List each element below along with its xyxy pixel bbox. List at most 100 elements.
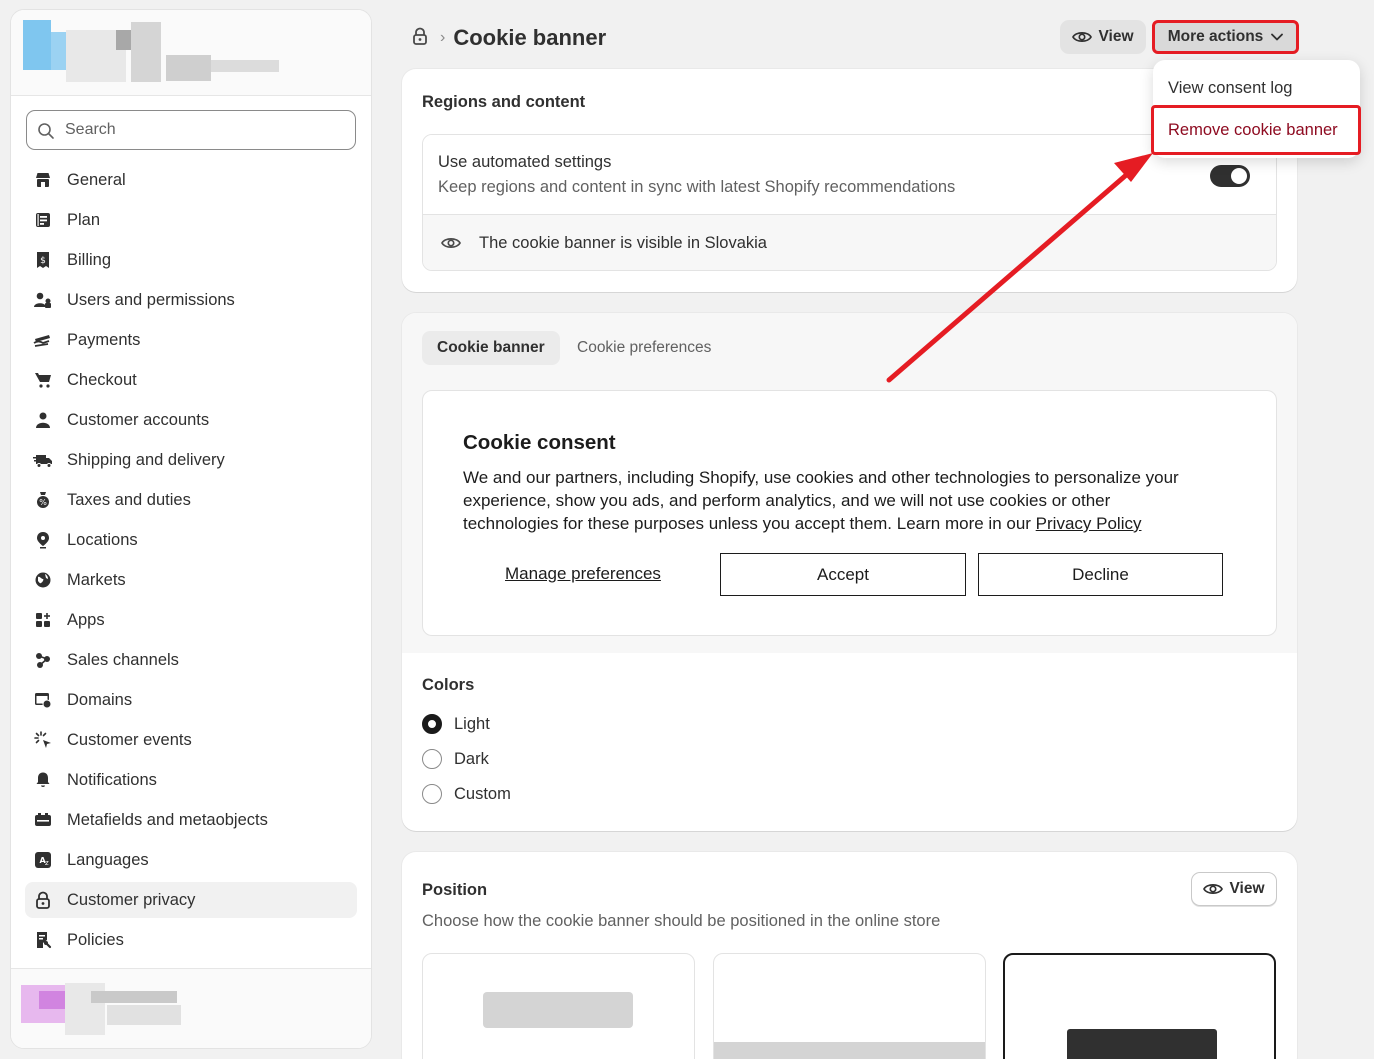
sidebar-item-customer-accounts[interactable]: Customer accounts <box>25 402 357 438</box>
sidebar-item-checkout[interactable]: Checkout <box>25 362 357 398</box>
lock-icon[interactable] <box>410 26 430 51</box>
radio-label: Light <box>454 714 490 733</box>
languages-icon: Az <box>33 850 53 870</box>
automated-settings-toggle[interactable] <box>1210 165 1250 187</box>
sidebar-item-label: Apps <box>67 610 105 629</box>
person-icon <box>33 410 53 430</box>
sidebar-item-label: Shipping and delivery <box>67 450 225 469</box>
svg-text:%: % <box>39 498 47 507</box>
location-icon <box>33 530 53 550</box>
more-actions-label: More actions <box>1167 28 1264 45</box>
sidebar-item-label: Users and permissions <box>67 290 235 309</box>
manage-preferences-link[interactable]: Manage preferences <box>505 564 661 584</box>
sidebar-item-payments[interactable]: Payments <box>25 322 357 358</box>
privacy-policy-link[interactable]: Privacy Policy <box>1036 514 1142 533</box>
page-header: › Cookie banner <box>410 20 606 56</box>
sidebar-item-label: Customer accounts <box>67 410 210 429</box>
sidebar-item-label: Sales channels <box>67 650 179 669</box>
sidebar-item-locations[interactable]: Locations <box>25 522 357 558</box>
payments-icon <box>33 330 53 350</box>
radio[interactable] <box>422 784 442 804</box>
sidebar-item-label: Metafields and metaobjects <box>67 810 268 829</box>
bell-icon <box>33 770 53 790</box>
menu-item-view-consent-log[interactable]: View consent log <box>1168 79 1292 98</box>
plan-icon <box>33 210 53 230</box>
tab-cookie-preferences[interactable]: Cookie preferences <box>562 331 726 365</box>
metafields-icon <box>33 810 53 830</box>
radio-selected[interactable] <box>422 714 442 734</box>
preview-text: We and our partners, including Shopify, … <box>463 466 1183 535</box>
sidebar-item-domains[interactable]: Domains <box>25 682 357 718</box>
sidebar-item-notifications[interactable]: Notifications <box>25 762 357 798</box>
svg-text:$: $ <box>40 256 46 266</box>
accept-button[interactable]: Accept <box>720 553 966 596</box>
tab-cookie-banner[interactable]: Cookie banner <box>422 331 560 365</box>
position-option-floating[interactable] <box>422 953 695 1059</box>
sidebar-item-label: General <box>67 170 126 189</box>
page-title: Cookie banner <box>453 25 607 50</box>
sidebar-item-plan[interactable]: Plan <box>25 202 357 238</box>
colors-title: Colors <box>422 676 475 694</box>
position-title: Position <box>422 881 488 899</box>
policies-icon <box>33 930 53 950</box>
eye-icon <box>1203 884 1224 894</box>
sidebar-item-billing[interactable]: $ Billing <box>25 242 357 278</box>
sidebar-item-sales-channels[interactable]: Sales channels <box>25 642 357 678</box>
more-actions-button[interactable]: More actions <box>1152 20 1299 54</box>
cart-icon <box>33 370 53 390</box>
sidebar-item-label: Customer privacy <box>67 890 196 909</box>
visibility-status: The cookie banner is visible in Slovakia <box>479 233 767 252</box>
regions-title: Regions and content <box>422 93 586 111</box>
view-button[interactable]: View <box>1060 20 1146 54</box>
settings-sidebar: Search General Plan $ Billing Users and p… <box>10 9 372 1049</box>
sidebar-item-markets[interactable]: Markets <box>25 562 357 598</box>
globe-icon <box>33 570 53 590</box>
search-icon <box>38 123 54 139</box>
eye-icon <box>441 238 461 248</box>
position-view-button[interactable]: View <box>1191 872 1277 906</box>
radio-label: Custom <box>454 784 511 803</box>
position-option-bottom-bar[interactable] <box>713 953 986 1059</box>
sidebar-item-customer-events[interactable]: Customer events <box>25 722 357 758</box>
store-icon <box>33 170 53 190</box>
sidebar-item-label: Policies <box>67 930 124 949</box>
settings-nav: General Plan $ Billing Users and permissi… <box>25 162 357 962</box>
store-header-blurred[interactable] <box>11 10 371 96</box>
sidebar-item-label: Notifications <box>67 770 157 789</box>
sidebar-item-metafields[interactable]: Metafields and metaobjects <box>25 802 357 838</box>
automated-settings-title: Use automated settings <box>438 153 612 171</box>
billing-icon: $ <box>33 250 53 270</box>
search-input[interactable]: Search <box>26 110 356 150</box>
sidebar-item-taxes[interactable]: % Taxes and duties <box>25 482 357 518</box>
chevron-down-icon <box>1271 33 1284 41</box>
cookie-banner-preview: Cookie consent We and our partners, incl… <box>422 390 1277 636</box>
decline-button[interactable]: Decline <box>978 553 1223 596</box>
apps-icon <box>33 610 53 630</box>
annotation-highlight-box <box>1151 105 1361 155</box>
radio[interactable] <box>422 749 442 769</box>
account-footer-blurred[interactable] <box>11 968 371 1048</box>
sidebar-item-label: Languages <box>67 850 149 869</box>
color-option-dark[interactable]: Dark <box>422 749 489 769</box>
events-icon <box>33 730 53 750</box>
truck-icon <box>33 450 53 470</box>
channels-icon <box>33 650 53 670</box>
view-button-label: View <box>1098 28 1134 45</box>
sidebar-item-policies[interactable]: Policies <box>25 922 357 958</box>
sidebar-item-shipping[interactable]: Shipping and delivery <box>25 442 357 478</box>
sidebar-item-general[interactable]: General <box>25 162 357 198</box>
color-option-light[interactable]: Light <box>422 714 490 734</box>
position-option-center[interactable] <box>1003 953 1276 1059</box>
sidebar-item-label: Taxes and duties <box>67 490 191 509</box>
sidebar-item-apps[interactable]: Apps <box>25 602 357 638</box>
sidebar-item-label: Checkout <box>67 370 137 389</box>
automated-settings-box: Use automated settings Keep regions and … <box>422 134 1277 271</box>
position-subtitle: Choose how the cookie banner should be p… <box>422 912 941 930</box>
sidebar-item-users[interactable]: Users and permissions <box>25 282 357 318</box>
color-option-custom[interactable]: Custom <box>422 784 511 804</box>
sidebar-item-label: Payments <box>67 330 141 349</box>
position-card: Position View Choose how the cookie bann… <box>402 852 1297 1059</box>
automated-settings-subtitle: Keep regions and content in sync with la… <box>438 178 956 196</box>
sidebar-item-customer-privacy[interactable]: Customer privacy <box>25 882 357 918</box>
sidebar-item-languages[interactable]: Az Languages <box>25 842 357 878</box>
